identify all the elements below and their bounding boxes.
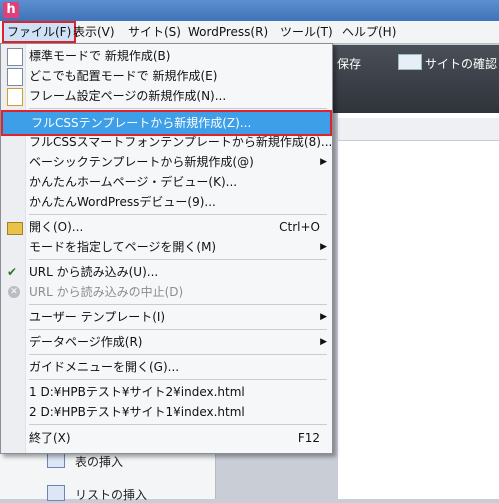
menu-item-label: かんたんWordPressデビュー(9)... — [29, 195, 216, 209]
site-check-icon — [398, 54, 422, 70]
submenu-arrow-icon: ▶ — [320, 157, 327, 167]
menu-item-new-frame[interactable]: フレーム設定ページの新規作成(N)... — [1, 85, 332, 107]
menu-view[interactable]: 表示(V) — [73, 24, 115, 40]
menu-item-label: かんたんホームページ・デビュー(K)... — [29, 175, 238, 189]
table-insert-icon — [47, 452, 65, 468]
save-button[interactable]: 保存 — [337, 55, 361, 72]
new-document-icon — [7, 48, 23, 66]
menu-item-recent-1[interactable]: 1 D:¥HPBテスト¥サイト2¥index.html — [1, 381, 332, 403]
menu-item-url-abort[interactable]: ✕ URL から読み込みの中止(D) — [1, 281, 332, 303]
menu-site[interactable]: サイト(S) — [128, 24, 181, 40]
menu-bar: ファイル(F) 表示(V) サイト(S) WordPress(R) ツール(T)… — [0, 21, 499, 44]
menu-item-new-basic[interactable]: ベーシックテンプレートから新規作成(@) ▶ — [1, 151, 332, 173]
menu-file[interactable]: ファイル(F) — [2, 21, 77, 43]
menu-item-debut-home[interactable]: かんたんホームページ・デビュー(K)... — [1, 171, 332, 193]
menu-separator — [29, 354, 327, 355]
menu-separator — [29, 214, 327, 215]
menu-separator — [29, 304, 327, 305]
menu-separator — [29, 379, 327, 380]
menu-item-label: URL から読み込みの中止(D) — [29, 285, 184, 299]
menu-item-new-anywhere[interactable]: どこでも配置モードで 新規作成(E) — [1, 65, 332, 87]
menu-item-label: 開く(O)... — [29, 220, 84, 234]
menu-item-new-fullcss-smartphone[interactable]: フルCSSスマートフォンテンプレートから新規作成(8)... — [1, 131, 332, 153]
menu-item-label: URL から読み込み(U)... — [29, 265, 159, 279]
menu-item-label: ユーザー テンプレート(I) — [29, 310, 166, 324]
menu-tools[interactable]: ツール(T) — [280, 24, 333, 40]
file-menu-dropdown: 標準モードで 新規作成(B) どこでも配置モードで 新規作成(E) フレーム設定… — [0, 43, 333, 454]
list-insert-item[interactable]: リストの挿入 — [75, 486, 147, 503]
menu-separator — [29, 259, 327, 260]
submenu-arrow-icon: ▶ — [320, 242, 327, 252]
abort-icon: ✕ — [8, 286, 20, 298]
menu-item-label: フレーム設定ページの新規作成(N)... — [29, 89, 227, 103]
open-folder-icon — [7, 222, 23, 235]
menu-item-open-mode[interactable]: モードを指定してページを開く(M) ▶ — [1, 236, 332, 258]
menu-item-label: ガイドメニューを開く(G)... — [29, 360, 180, 374]
submenu-arrow-icon: ▶ — [320, 337, 327, 347]
menu-separator — [29, 108, 327, 109]
editor-area[interactable] — [338, 113, 499, 499]
menu-wordpress[interactable]: WordPress(R) — [188, 24, 268, 40]
menu-item-label: どこでも配置モードで 新規作成(E) — [29, 69, 218, 83]
menu-item-label: 2 D:¥HPBテスト¥サイト1¥index.html — [29, 405, 245, 419]
menu-item-user-template[interactable]: ユーザー テンプレート(I) ▶ — [1, 306, 332, 328]
menu-item-open[interactable]: 開く(O)... Ctrl+O — [1, 216, 332, 238]
new-layout-icon — [7, 68, 23, 86]
shortcut-label: F12 — [297, 431, 320, 445]
menu-item-label: 終了(X) — [29, 431, 71, 445]
site-check-button[interactable]: サイトの確認 — [425, 55, 497, 72]
editor-format-toolbar — [338, 118, 499, 141]
menu-item-label: 1 D:¥HPBテスト¥サイト2¥index.html — [29, 385, 245, 399]
menu-item-label: フルCSSスマートフォンテンプレートから新規作成(8)... — [29, 135, 333, 149]
submenu-arrow-icon: ▶ — [320, 312, 327, 322]
menu-item-debut-wordpress[interactable]: かんたんWordPressデビュー(9)... — [1, 191, 332, 213]
menu-item-label: ベーシックテンプレートから新規作成(@) — [29, 155, 254, 169]
menu-item-guide-menu[interactable]: ガイドメニューを開く(G)... — [1, 356, 332, 378]
frame-page-icon — [7, 88, 23, 106]
menu-item-data-page[interactable]: データページ作成(R) ▶ — [1, 331, 332, 353]
app-logo-icon: h — [3, 2, 19, 18]
url-load-icon: ✔ — [7, 265, 18, 279]
menu-item-label: モードを指定してページを開く(M) — [29, 240, 217, 254]
menu-item-label: 標準モードで 新規作成(B) — [29, 49, 171, 63]
menu-separator — [29, 424, 327, 425]
menu-item-url-load[interactable]: ✔ URL から読み込み(U)... — [1, 261, 332, 283]
menu-item-exit[interactable]: 終了(X) F12 — [1, 427, 332, 449]
menu-help[interactable]: ヘルプ(H) — [342, 24, 396, 40]
table-insert-item[interactable]: 表の挿入 — [75, 453, 123, 470]
menu-item-recent-2[interactable]: 2 D:¥HPBテスト¥サイト1¥index.html — [1, 401, 332, 423]
menu-separator — [29, 329, 327, 330]
title-bar: h — [0, 0, 499, 21]
menu-item-label: データページ作成(R) — [29, 335, 143, 349]
menu-item-new-standard[interactable]: 標準モードで 新規作成(B) — [1, 45, 332, 67]
shortcut-label: Ctrl+O — [279, 220, 320, 234]
